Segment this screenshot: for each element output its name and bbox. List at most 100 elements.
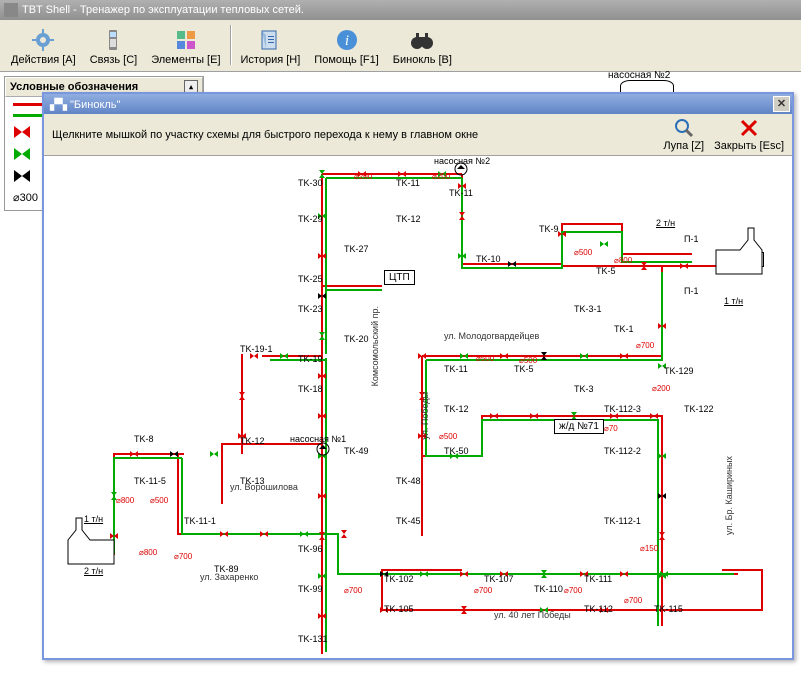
diam-label: ⌀700 [174,552,192,561]
zoom-button[interactable]: Лупа [Z] [663,117,704,152]
close-icon [738,117,760,139]
node-tk-48[interactable]: TK-48 [396,476,421,486]
node-tk-99[interactable]: TK-99 [298,584,323,594]
popup-toolbar: Щелкните мышкой по участку схемы для быс… [44,114,792,156]
node-tk-112-2[interactable]: TK-112-2 [604,446,641,456]
diam-label: ⌀700 [564,586,582,595]
zoom-label: Лупа [Z] [663,140,704,152]
node-tk-50[interactable]: TK-50 [444,446,469,456]
elements-button[interactable]: Элементы [E] [144,25,227,69]
node-tk-9[interactable]: TK-9 [539,224,559,234]
diam-label: ⌀700 [624,596,642,605]
node-tk-5[interactable]: TK-5 [514,364,534,374]
history-label: История [H] [241,54,301,66]
popup-title-text: "Бинокль" [70,99,120,111]
node-tk-110[interactable]: TK-110 [534,584,563,594]
binoc-icon [410,28,434,52]
diam-label: ⌀500 [519,356,537,365]
node-tk-3[interactable]: TK-3 [574,384,594,394]
ctp-box[interactable]: ЦТП [384,270,415,285]
diam-label: ⌀700 [474,586,492,595]
diam-label: ⌀800 [116,496,134,505]
binoc-label: Бинокль [B] [393,54,452,66]
node-tk-112-3[interactable]: TK-112-3 [604,404,641,414]
node-tk-107[interactable]: TK-107 [484,574,514,584]
node-tk-12[interactable]: TK-12 [240,436,265,446]
node-п-1[interactable]: П-1 [684,234,698,244]
node-tk-122[interactable]: TK-122 [684,404,714,414]
network-diagram[interactable]: ЦТП ТЭЦ-2 ТЭЦ-1 ж/д №71 насосная №2 насо… [44,156,792,658]
close-esc-button[interactable]: Закрыть [Esc] [714,117,784,152]
street-40let: ул. 40 лет Победы [494,610,571,620]
help-label: Помощь [F1] [314,54,379,66]
street-pobedy: ул. Победы [420,392,430,440]
node-tk-115[interactable]: TK-115 [654,604,683,614]
app-icon [4,3,18,17]
street-kashirinykh: ул. Бр. Кашириных [724,456,734,535]
node-tk-49[interactable]: TK-49 [344,446,369,456]
node-tk-11-5[interactable]: TK-11-5 [134,476,166,486]
node-tk-12[interactable]: TK-12 [396,214,421,224]
magnifier-icon [673,117,695,139]
diam-label: ⌀70 [604,424,618,433]
node-tk-27[interactable]: TK-27 [344,244,369,254]
app-titlebar: TBT Shell - Тренажер по эксплуатации теп… [0,0,801,20]
street-molodogv: ул. Молодогвардейцев [444,331,539,341]
gear-icon [31,28,55,52]
node-tk-18[interactable]: TK-18 [298,384,323,394]
diam-label: ⌀700 [636,341,654,350]
diam-label: ⌀200 [354,172,372,181]
node-tk-102[interactable]: TK-102 [384,574,414,584]
node-tk-112[interactable]: TK-112 [584,604,613,614]
node-п-1[interactable]: П-1 [684,286,698,296]
node-tk-11[interactable]: TK-11 [396,178,420,188]
diam-label: ⌀200 [652,384,670,393]
node-tk-105[interactable]: TK-105 [384,604,414,614]
tec2-shape [714,226,764,276]
binoc-button[interactable]: Бинокль [B] [386,25,459,69]
content-area: насосная №2 Условные обозначения ▴ ⌀300 [0,72,801,673]
node-tk-19-1[interactable]: TK-19-1 [240,344,273,354]
node-tk-13[interactable]: TK-13 [240,476,265,486]
house71-box[interactable]: ж/д №71 [554,419,604,434]
diam-label: ⌀700 [344,586,362,595]
node-tk-23[interactable]: TK-23 [298,304,323,314]
link-button[interactable]: Связь [C] [83,25,145,69]
actions-button[interactable]: Действия [A] [4,25,83,69]
node-tk-19[interactable]: TK-19 [298,354,323,364]
node-tk-1[interactable]: TK-1 [614,324,634,334]
node-tk-25[interactable]: TK-25 [298,274,323,284]
elements-icon [174,28,198,52]
tec1-shape [66,516,116,566]
node-tk-29[interactable]: TK-29 [298,214,323,224]
node-tk-11[interactable]: TK-11 [449,188,473,198]
node-tk-12[interactable]: TK-12 [444,404,469,414]
node-tk-89[interactable]: TK-89 [214,564,239,574]
node-tk-5[interactable]: TK-5 [596,266,616,276]
popup-titlebar[interactable]: ▞▚ "Бинокль" ✕ [44,94,792,114]
node-tk-30[interactable]: TK-30 [298,178,323,188]
diam-label: ⌀800 [614,256,632,265]
app-title: TBT Shell - Тренажер по эксплуатации теп… [22,4,304,16]
node-tk-10[interactable]: TK-10 [476,254,501,264]
node-tk-3-1[interactable]: TK-3-1 [574,304,602,314]
node-tk-11-1[interactable]: TK-11-1 [184,516,216,526]
history-icon [258,28,282,52]
history-button[interactable]: История [H] [234,25,308,69]
node-tk-11[interactable]: TK-11 [444,364,468,374]
elements-label: Элементы [E] [151,54,220,66]
diam-label: ⌀500 [439,432,457,441]
help-button[interactable]: i Помощь [F1] [307,25,386,69]
info-icon: i [335,28,359,52]
node-tk-131[interactable]: TK-131 [298,634,328,644]
link-label: Связь [C] [90,54,138,66]
node-tk-129[interactable]: TK-129 [664,366,694,376]
node-tk-8[interactable]: TK-8 [134,434,154,444]
node-tk-45[interactable]: TK-45 [396,516,421,526]
node-tk-96[interactable]: TK-96 [298,544,323,554]
popup-close-button[interactable]: ✕ [773,96,790,112]
node-tk-20[interactable]: TK-20 [344,334,369,344]
flow-1tn-b: 1 т/н [724,296,743,306]
node-tk-111[interactable]: TK-111 [584,574,612,584]
node-tk-112-1[interactable]: TK-112-1 [604,516,641,526]
